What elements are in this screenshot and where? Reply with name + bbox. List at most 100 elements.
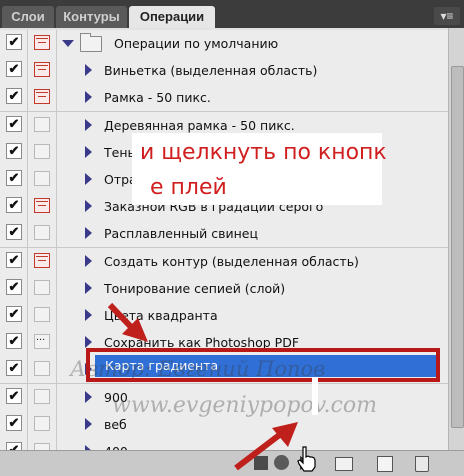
toggle-cell[interactable]: ✔ [0,57,28,84]
dialog-cell[interactable] [28,438,57,450]
checkmark-icon[interactable]: ✔ [6,224,22,240]
dialog-cell[interactable] [28,384,57,411]
expand-triangle-icon[interactable] [85,91,92,103]
toggle-cell[interactable]: ✔ [0,220,28,247]
dialog-cell[interactable] [28,112,57,139]
dialog-cell[interactable] [28,193,57,220]
expand-triangle-icon[interactable] [85,255,92,267]
checkmark-icon[interactable]: ✔ [6,116,22,132]
expand-triangle-icon[interactable] [85,282,92,294]
dialog-cell[interactable] [28,139,57,166]
toggle-cell[interactable]: ✔ [0,193,28,220]
action-label: Рамка - 50 пикс. [104,90,211,105]
checkmark-icon[interactable]: ✔ [6,143,22,159]
dialog-cell[interactable] [28,30,57,57]
stop-icon[interactable] [254,456,268,470]
action-row[interactable]: ✔ Виньетка (выделенная область) [0,57,448,85]
expand-triangle-icon[interactable] [85,418,92,430]
dialog-toggle-icon[interactable] [34,389,50,404]
expand-triangle-icon[interactable] [85,119,92,131]
new-set-icon[interactable] [335,457,353,471]
action-row[interactable]: ✔ Тонирование сепией (слой) [0,275,448,303]
toggle-cell[interactable]: ✔ [0,411,28,438]
dialog-toggle-icon[interactable] [34,280,50,295]
expand-triangle-icon[interactable] [85,200,92,212]
action-row[interactable]: ✔ Создать контур (выделенная область) [0,248,448,276]
toggle-cell[interactable]: ✔ [0,112,28,139]
dialog-cell[interactable] [28,84,57,111]
toggle-cell[interactable]: ✔ [0,384,28,411]
expand-triangle-icon[interactable] [85,336,92,348]
checkmark-icon[interactable]: ✔ [6,360,22,376]
action-label: 400 [104,438,128,450]
checkmark-icon[interactable]: ✔ [6,279,22,295]
dialog-toggle-icon[interactable] [34,89,50,104]
scrollbar[interactable] [448,28,464,450]
checkmark-icon[interactable]: ✔ [6,442,22,450]
dialog-toggle-icon[interactable] [34,62,50,77]
dialog-toggle-icon[interactable] [34,253,50,268]
dialog-cell[interactable] [28,275,57,302]
toggle-cell[interactable]: ✔ [0,302,28,329]
checkmark-icon[interactable]: ✔ [6,252,22,268]
action-row[interactable]: ✔ Цвета квадранта [0,302,448,330]
toggle-cell[interactable]: ✔ [0,438,28,450]
expand-triangle-icon[interactable] [85,173,92,185]
action-row[interactable]: ✔ Расплавленный свинец [0,220,448,248]
toggle-cell[interactable]: ✔ [0,84,28,111]
checkmark-icon[interactable]: ✔ [6,34,22,50]
toggle-cell[interactable]: ✔ [0,139,28,166]
dialog-toggle-icon[interactable] [34,171,50,186]
toggle-cell[interactable]: ✔ [0,275,28,302]
expand-triangle-icon[interactable] [85,146,92,158]
dialog-cell[interactable] [28,329,57,356]
checkmark-icon[interactable]: ✔ [6,170,22,186]
tab-layers[interactable]: Слои [2,6,54,28]
action-label: Виньетка (выделенная область) [104,63,318,78]
dialog-toggle-icon[interactable] [34,443,50,450]
action-row[interactable]: ✔ Рамка - 50 пикс. [0,84,448,112]
checkmark-icon[interactable]: ✔ [6,415,22,431]
toggle-cell[interactable]: ✔ [0,356,28,383]
dialog-toggle-icon[interactable] [34,117,50,132]
checkmark-icon[interactable]: ✔ [6,333,22,349]
toggle-cell[interactable]: ✔ [0,329,28,356]
dialog-cell[interactable] [28,411,57,438]
dialog-cell[interactable] [28,220,57,247]
dialog-toggle-icon[interactable] [34,361,50,376]
expand-triangle-icon[interactable] [85,309,92,321]
checkmark-icon[interactable]: ✔ [6,61,22,77]
dialog-cell[interactable] [28,356,57,383]
expand-triangle-icon[interactable] [62,40,74,47]
dialog-cell[interactable] [28,57,57,84]
toggle-cell[interactable]: ✔ [0,166,28,193]
dialog-cell[interactable] [28,248,57,275]
panel-menu-icon[interactable]: ▾≡ [434,7,460,25]
dialog-cell[interactable] [28,166,57,193]
tab-paths[interactable]: Контуры [56,6,127,28]
checkmark-icon[interactable]: ✔ [6,197,22,213]
action-row[interactable]: ✔ 400 [0,438,448,450]
dialog-toggle-icon[interactable] [34,416,50,431]
dialog-toggle-icon[interactable] [34,198,50,213]
checkmark-icon[interactable]: ✔ [6,388,22,404]
action-set-row[interactable]: ✔ Операции по умолчанию [0,30,448,58]
new-action-icon[interactable] [377,456,393,472]
checkmark-icon[interactable]: ✔ [6,306,22,322]
dialog-toggle-icon[interactable] [34,307,50,322]
dialog-toggle-icon[interactable] [34,331,50,349]
toggle-cell[interactable]: ✔ [0,248,28,275]
record-icon[interactable] [274,455,289,470]
expand-triangle-icon[interactable] [85,64,92,76]
scrollbar-thumb[interactable] [451,66,464,428]
expand-triangle-icon[interactable] [85,227,92,239]
checkmark-icon[interactable]: ✔ [6,88,22,104]
trash-icon[interactable] [415,456,429,472]
tab-actions[interactable]: Операции [129,6,215,28]
dialog-toggle-icon[interactable] [34,35,50,50]
expand-triangle-icon[interactable] [85,391,92,403]
dialog-toggle-icon[interactable] [34,225,50,240]
toggle-cell[interactable]: ✔ [0,30,28,57]
dialog-cell[interactable] [28,302,57,329]
dialog-toggle-icon[interactable] [34,144,50,159]
